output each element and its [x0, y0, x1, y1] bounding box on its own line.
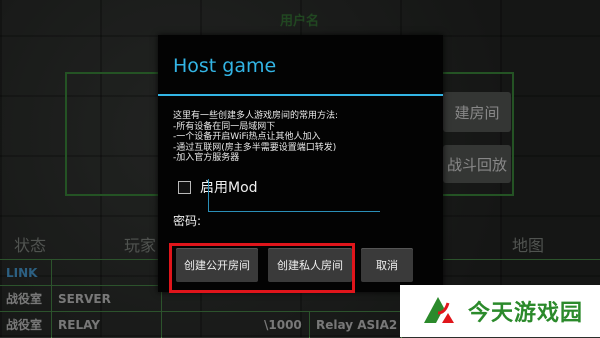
description-line: -一个设备开启WiFi热点让其他人加入 [173, 132, 321, 142]
watermark-logo-icon [424, 297, 454, 323]
password-label: 密码: [173, 214, 202, 228]
cancel-button[interactable]: 取消 [361, 248, 413, 282]
description-line: -所有设备在同一局域网下 [173, 121, 276, 132]
highlight-box [169, 243, 355, 293]
description-line: 这里有一些创建多人游戏房间的常用方法: [173, 111, 339, 121]
dialog-description: 这里有一些创建多人游戏房间的常用方法: -所有设备在同一局域网下 -一个设备开启… [173, 111, 435, 164]
description-line: -通过互联网(房主多半需要设置端口转发) [173, 142, 337, 153]
watermark: 今天游戏园 [400, 285, 600, 337]
title-divider [158, 94, 443, 96]
dialog-title: Host game [173, 55, 277, 77]
password-field[interactable] [208, 179, 380, 212]
watermark-text: 今天游戏园 [468, 301, 584, 326]
description-line: -加入官方服务器 [173, 153, 240, 163]
enable-mod-checkbox[interactable] [178, 180, 191, 194]
